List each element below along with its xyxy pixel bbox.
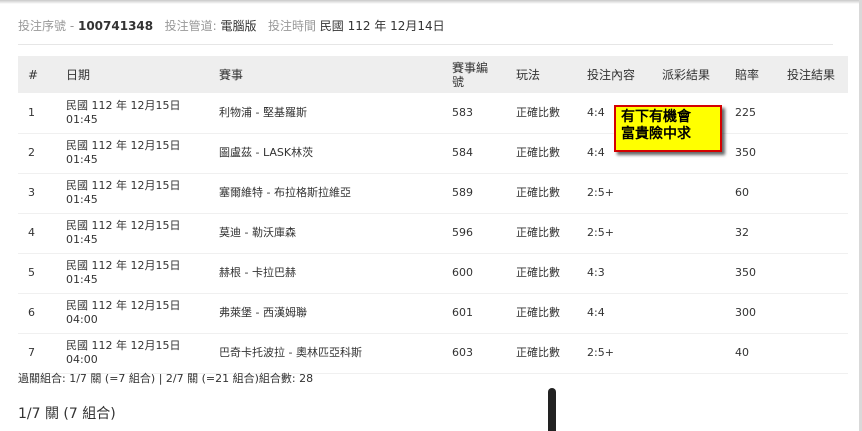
table-row: 3 民國 112 年 12月15日 01:45 塞爾維特 - 布拉格斯拉維亞 5… [18, 173, 848, 214]
row-result [777, 93, 848, 134]
row-date: 民國 112 年 12月15日 01:45 [56, 173, 209, 214]
col-header-date: 日期 [66, 67, 91, 82]
header-divider [18, 44, 833, 45]
row-payout [652, 213, 725, 254]
row-odds: 225 [725, 93, 777, 134]
row-match-no: 600 [442, 253, 506, 294]
row-match-no: 584 [442, 133, 506, 174]
row-index: 3 [18, 173, 56, 214]
row-match-no: 601 [442, 293, 506, 334]
row-index: 5 [18, 253, 56, 294]
row-result [777, 253, 848, 294]
row-odds: 350 [725, 253, 777, 294]
row-date: 民國 112 年 12月15日 01:45 [56, 133, 209, 174]
col-header-match-no: 賽事編號 [452, 60, 489, 89]
sticker-line-1: 有下有機會 [621, 109, 691, 125]
row-play: 正確比數 [506, 333, 577, 374]
serial-value: 100741348 [77, 19, 154, 33]
annotation-sticker: 有下有機會 富貴險中求 [614, 105, 722, 152]
row-payout [652, 173, 725, 214]
bet-table: # 日期 賽事 賽事編號 玩法 投注內容 派彩結果 賠率 投注結果 1 民國 1… [18, 56, 848, 374]
combination-summary: 過關組合: 1/7 關 (=7 組合) | 2/7 關 (=21 組合)組合數:… [18, 372, 314, 385]
row-match-no: 596 [442, 213, 506, 254]
row-play: 正確比數 [506, 133, 577, 174]
scroll-handle[interactable] [548, 388, 556, 431]
top-shadow [0, 0, 862, 4]
table-row: 7 民國 112 年 12月15日 04:00 巴奇卡托波拉 - 奧林匹亞科斯 … [18, 333, 848, 374]
bet-header: 投注序號 - 100741348 投注管道: 電腦版 投注時間 民國 112 年… [18, 18, 838, 34]
col-header-odds: 賠率 [735, 67, 760, 82]
row-date: 民國 112 年 12月15日 04:00 [56, 333, 209, 374]
row-match: 巴奇卡托波拉 - 奧林匹亞科斯 [209, 333, 442, 374]
time-value: 民國 112 年 12月14日 [319, 19, 445, 33]
row-index: 4 [18, 213, 56, 254]
col-header-bet: 投注內容 [587, 67, 636, 82]
table-row: 5 民國 112 年 12月15日 01:45 赫根 - 卡拉巴赫 600 正確… [18, 253, 848, 294]
col-header-match: 賽事 [219, 67, 244, 82]
table-row: 2 民國 112 年 12月15日 01:45 圖盧茲 - LASK林茨 584… [18, 133, 848, 174]
row-match: 莫迪 - 勒沃庫森 [209, 213, 442, 254]
row-bet: 2:5+ [577, 213, 652, 254]
table-row: 4 民國 112 年 12月15日 01:45 莫迪 - 勒沃庫森 596 正確… [18, 213, 848, 254]
row-index: 2 [18, 133, 56, 174]
sticker-line-2: 富貴險中求 [621, 126, 691, 142]
row-match-no: 603 [442, 333, 506, 374]
row-match: 圖盧茲 - LASK林茨 [209, 133, 442, 174]
row-match: 利物浦 - 堅基羅斯 [209, 93, 442, 134]
table-row: 1 民國 112 年 12月15日 01:45 利物浦 - 堅基羅斯 583 正… [18, 93, 848, 134]
row-date: 民國 112 年 12月15日 04:00 [56, 293, 209, 334]
row-index: 7 [18, 333, 56, 374]
combination-section-title: 1/7 關 (7 組合) [18, 406, 116, 422]
row-odds: 40 [725, 333, 777, 374]
col-header-payout: 派彩結果 [662, 67, 711, 82]
row-payout [652, 293, 725, 334]
row-date: 民國 112 年 12月15日 01:45 [56, 93, 209, 134]
row-odds: 60 [725, 173, 777, 214]
row-date: 民國 112 年 12月15日 01:45 [56, 213, 209, 254]
channel-value: 電腦版 [220, 19, 257, 33]
col-header-result: 投注結果 [787, 67, 836, 82]
row-play: 正確比數 [506, 213, 577, 254]
row-result [777, 213, 848, 254]
row-payout [652, 333, 725, 374]
table-row: 6 民國 112 年 12月15日 04:00 弗萊堡 - 西漢姆聯 601 正… [18, 293, 848, 334]
row-play: 正確比數 [506, 253, 577, 294]
row-odds: 32 [725, 213, 777, 254]
row-match: 弗萊堡 - 西漢姆聯 [209, 293, 442, 334]
serial-label: 投注序號 - [18, 19, 75, 33]
row-date: 民國 112 年 12月15日 01:45 [56, 253, 209, 294]
row-odds: 350 [725, 133, 777, 174]
row-play: 正確比數 [506, 93, 577, 134]
row-result [777, 173, 848, 214]
col-header-index: # [28, 67, 39, 82]
row-match: 赫根 - 卡拉巴赫 [209, 253, 442, 294]
row-odds: 300 [725, 293, 777, 334]
row-play: 正確比數 [506, 173, 577, 214]
row-bet: 2:5+ [577, 173, 652, 214]
time-label: 投注時間 [267, 19, 316, 33]
row-result [777, 333, 848, 374]
row-index: 1 [18, 93, 56, 134]
row-result [777, 293, 848, 334]
row-play: 正確比數 [506, 293, 577, 334]
row-payout [652, 253, 725, 294]
row-bet: 4:3 [577, 253, 652, 294]
row-index: 6 [18, 293, 56, 334]
table-header-row: # 日期 賽事 賽事編號 玩法 投注內容 派彩結果 賠率 投注結果 [18, 56, 848, 93]
row-match-no: 583 [442, 93, 506, 134]
row-match-no: 589 [442, 173, 506, 214]
row-match: 塞爾維特 - 布拉格斯拉維亞 [209, 173, 442, 214]
row-bet: 2:5+ [577, 333, 652, 374]
row-result [777, 133, 848, 174]
row-bet: 4:4 [577, 293, 652, 334]
col-header-play: 玩法 [516, 67, 541, 82]
channel-label: 投注管道: [164, 19, 217, 33]
